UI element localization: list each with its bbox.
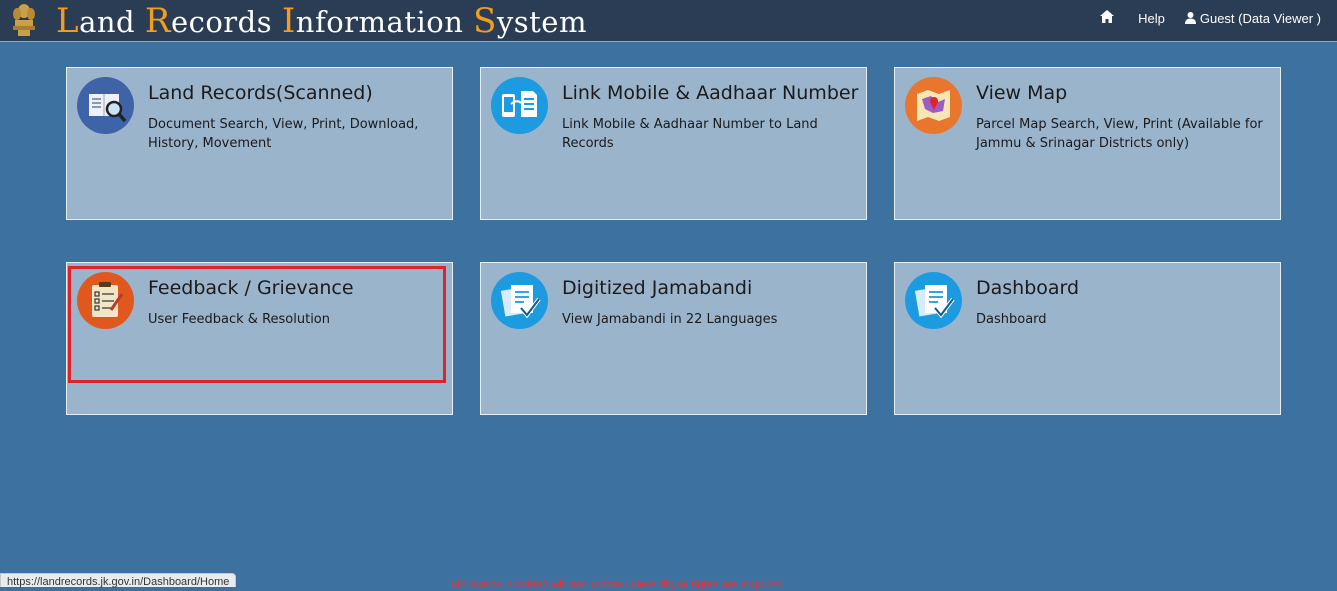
- mobile-link-icon: [491, 77, 548, 134]
- map-icon: [905, 77, 962, 134]
- card-title: Land Records(Scanned): [148, 82, 373, 104]
- card-title: View Map: [976, 82, 1068, 104]
- card-link-mobile-aadhaar[interactable]: Link Mobile & Aadhaar Number Link Mobile…: [480, 67, 867, 220]
- card-description: Dashboard: [976, 312, 1047, 327]
- title-letter: L: [56, 1, 80, 41]
- card-digitized-jamabandi[interactable]: Digitized Jamabandi View Jamabandi in 22…: [480, 262, 867, 415]
- card-description: Parcel Map Search, View, Print (Availabl…: [976, 117, 1263, 151]
- card-land-records-scanned[interactable]: Land Records(Scanned) Document Search, V…: [66, 67, 453, 220]
- user-menu[interactable]: Guest (Data Viewer ): [1184, 10, 1321, 26]
- home-link[interactable]: [1100, 10, 1118, 26]
- title-word: ecords: [170, 5, 273, 39]
- card-description: View Jamabandi in 22 Languages: [562, 312, 778, 327]
- top-nav: Help Guest (Data Viewer ): [1100, 0, 1321, 36]
- document-search-icon: [77, 77, 134, 134]
- card-title: Link Mobile & Aadhaar Number: [562, 82, 859, 104]
- card-description: User Feedback & Resolution: [148, 312, 330, 327]
- app-title: Land Records Information System: [56, 0, 587, 42]
- card-dashboard[interactable]: Dashboard Dashboard: [894, 262, 1281, 415]
- card-title: Digitized Jamabandi: [562, 277, 753, 299]
- card-title: Dashboard: [976, 277, 1080, 299]
- national-emblem-icon: [10, 2, 38, 38]
- title-letter: S: [473, 1, 497, 41]
- document-check-icon: [491, 272, 548, 329]
- title-letter: R: [144, 1, 171, 41]
- user-label: Guest (Data Viewer ): [1199, 10, 1321, 26]
- card-title: Feedback / Grievance: [148, 277, 354, 299]
- header-bar: Land Records Information System Help Gue…: [0, 0, 1337, 42]
- title-letter: I: [281, 1, 296, 41]
- card-feedback-grievance[interactable]: Feedback / Grievance User Feedback & Res…: [66, 262, 453, 415]
- card-description: Link Mobile & Aadhaar Number to Land Rec…: [562, 117, 818, 151]
- card-view-map[interactable]: View Map Parcel Map Search, View, Print …: [894, 67, 1281, 220]
- footer-note: Information provided will not update unl…: [448, 579, 783, 591]
- home-icon: [1100, 10, 1115, 23]
- title-word: and: [79, 5, 136, 39]
- clipboard-checklist-icon: [77, 272, 134, 329]
- help-link[interactable]: Help: [1138, 11, 1165, 26]
- user-icon: [1184, 11, 1196, 24]
- title-word: ystem: [496, 5, 587, 39]
- dashboard-document-icon: [905, 272, 962, 329]
- title-word: nformation: [295, 5, 464, 39]
- status-bar-url: https://landrecords.jk.gov.in/Dashboard/…: [0, 573, 237, 588]
- card-description: Document Search, View, Print, Download, …: [148, 117, 419, 151]
